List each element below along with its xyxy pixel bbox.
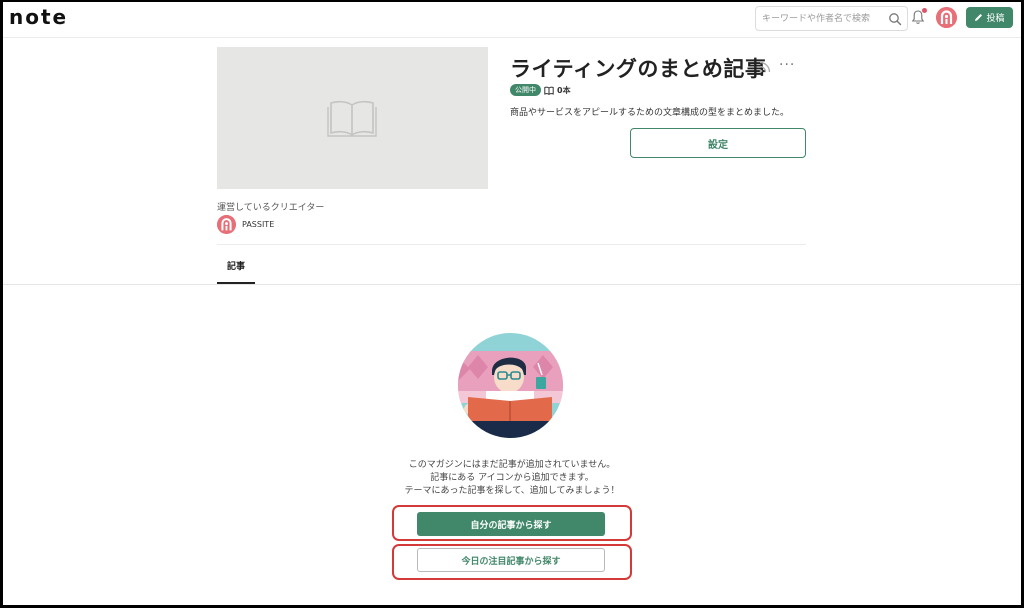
app-window: note 投稿 <box>3 2 1021 605</box>
post-button[interactable]: 投稿 <box>966 7 1013 28</box>
avatar-logo-icon <box>936 7 957 28</box>
empty-state-message: このマガジンにはまだ記事が追加されていません。 記事にある アイコンから追加でき… <box>312 459 712 498</box>
settings-button[interactable]: 設定 <box>630 128 806 158</box>
divider <box>217 244 806 245</box>
post-button-label: 投稿 <box>986 14 1005 24</box>
status-badge: 公開中 <box>510 84 541 96</box>
user-avatar[interactable] <box>936 7 957 28</box>
creator-name[interactable]: PASSITE <box>242 220 274 229</box>
article-count: 0本 <box>544 83 571 97</box>
search-box[interactable] <box>755 6 908 31</box>
pencil-icon <box>975 14 983 21</box>
find-from-my-articles-button[interactable]: 自分の記事から探す <box>417 512 605 536</box>
find-from-featured-articles-button[interactable]: 今日の注目記事から探す <box>417 548 605 572</box>
more-options-icon[interactable]: ··· <box>779 57 795 73</box>
magazine-title: ライティングのまとめ記事 <box>510 57 767 81</box>
search-icon[interactable] <box>888 12 902 26</box>
article-count-label: 0本 <box>557 85 571 95</box>
creator-avatar[interactable] <box>217 215 236 234</box>
magazine-description: 商品やサービスをアピールするための文章構成の型をまとめました。 <box>510 108 790 118</box>
book-icon <box>327 100 377 137</box>
creators-label: 運営しているクリエイター <box>217 203 325 213</box>
notification-dot <box>922 8 927 13</box>
divider <box>3 284 1021 285</box>
top-header: note 投稿 <box>3 2 1021 38</box>
empty-state-line: テーマにあった記事を探して、追加してみましょう！ <box>404 486 620 496</box>
magazine-cover-image <box>217 47 488 189</box>
empty-state-line: このマガジンにはまだ記事が追加されていません。 <box>408 460 616 470</box>
empty-state-line: 記事にある アイコンから追加できます。 <box>430 473 594 483</box>
empty-state-illustration <box>458 333 563 438</box>
tab-articles[interactable]: 記事 <box>217 257 255 285</box>
note-logo[interactable]: note <box>9 5 68 29</box>
creator-logo-icon <box>217 215 236 234</box>
open-book-icon <box>544 86 554 95</box>
rss-icon[interactable] <box>759 61 771 73</box>
search-input[interactable] <box>762 11 882 27</box>
